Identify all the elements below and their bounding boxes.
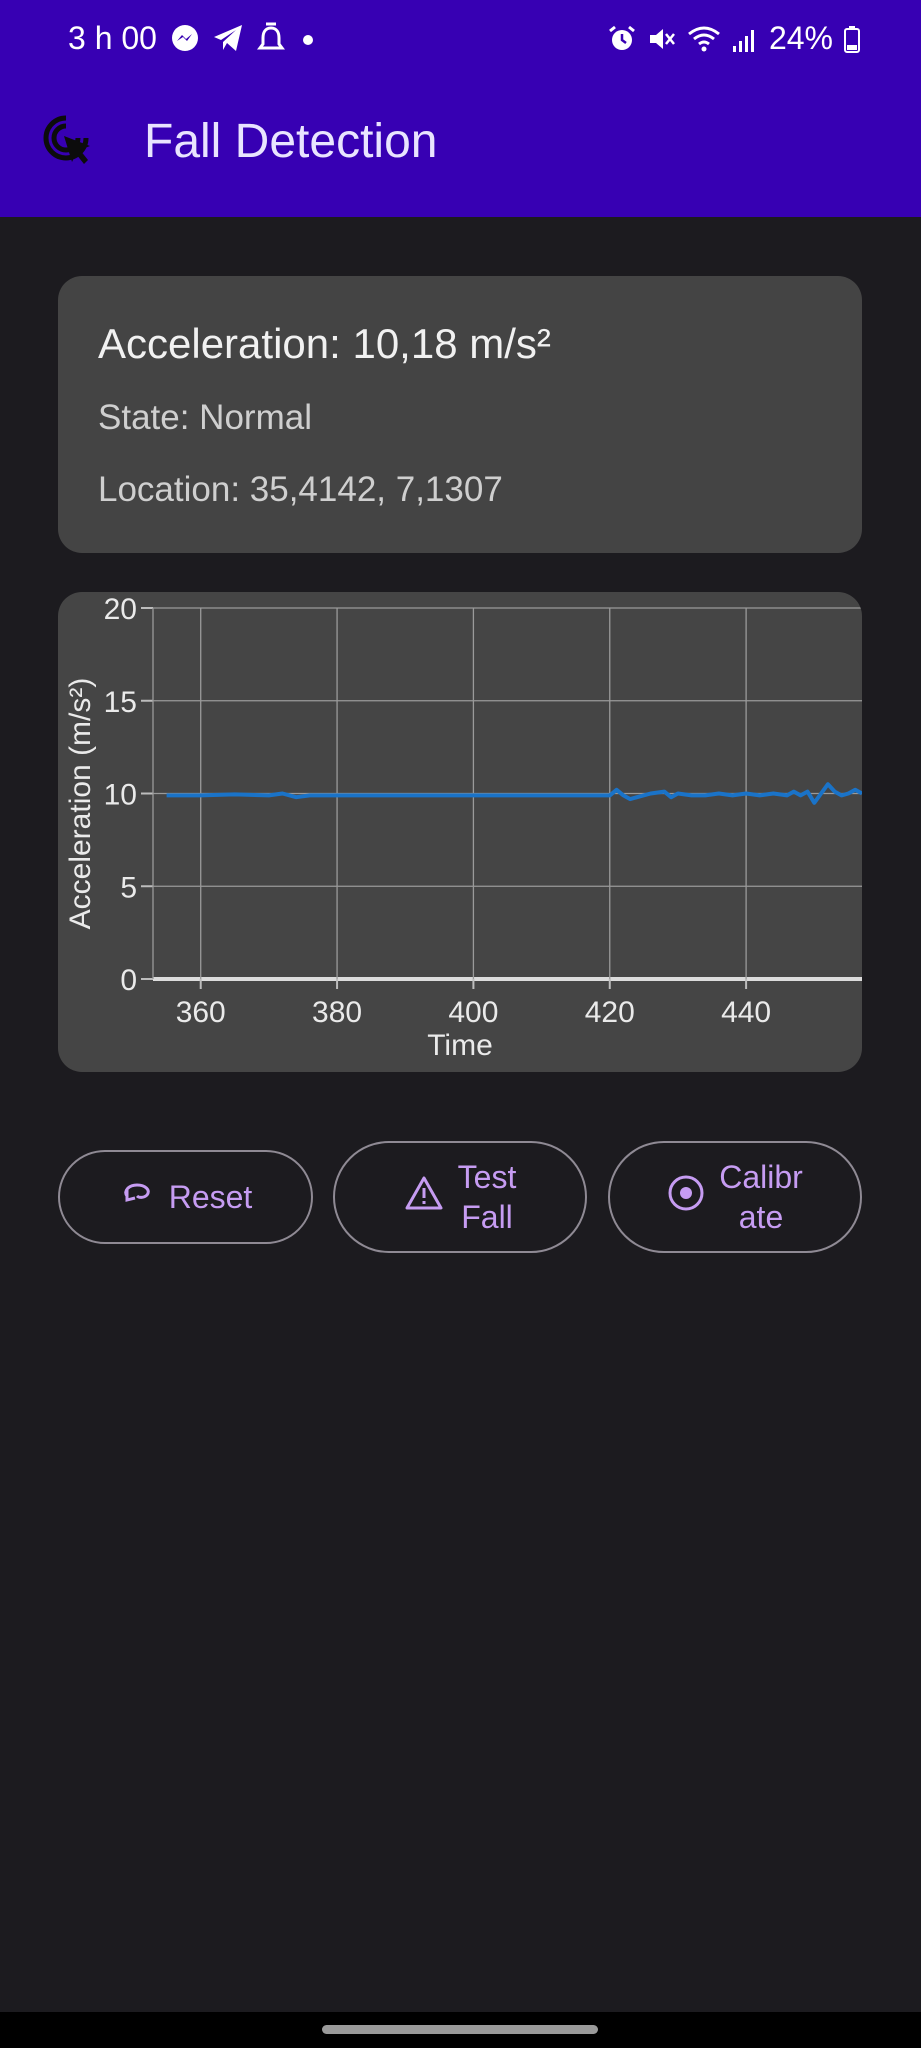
signal-icon	[731, 24, 759, 54]
home-gesture-bar[interactable]	[322, 2025, 598, 2034]
status-time: 3 h 00	[68, 20, 157, 56]
acceleration-text: Acceleration: 10,18 m/s²	[98, 320, 551, 367]
calibrate-label-line1: Calibr	[719, 1159, 803, 1195]
calibrate-label: Calibr ate	[719, 1157, 803, 1237]
x-tick-label: 380	[312, 996, 362, 1029]
y-tick-label: 5	[120, 871, 137, 904]
location-text: Location: 35,4142, 7,1307	[98, 470, 503, 509]
fall-detection-cursor-icon	[40, 112, 96, 168]
x-axis-label: Time	[427, 1029, 493, 1062]
messenger-icon	[170, 23, 200, 53]
battery-percent: 24%	[768, 20, 833, 56]
battery-icon	[843, 24, 861, 54]
test-fall-label-line2: Fall	[461, 1199, 513, 1235]
page-title: Fall Detection	[144, 115, 438, 168]
calibrate-label-line2: ate	[738, 1199, 784, 1235]
test-fall-label: Test Fall	[458, 1157, 517, 1237]
alarm-clock-icon	[607, 24, 637, 54]
series-line-0	[166, 782, 862, 805]
test-fall-button[interactable]: Test Fall	[333, 1141, 587, 1253]
chart-svg: 0 5 10 15 20 360 380 400 420 440 Time Acceleration …	[64, 593, 862, 1062]
acceleration-chart: 0 5 10 15 20 360 380 400 420 440 Time Acceleration …	[58, 592, 862, 1072]
status-bar: 3 h 00 24%	[0, 0, 921, 78]
x-tick-label: 420	[585, 996, 635, 1029]
y-tick-label: 10	[104, 779, 137, 812]
target-icon	[667, 1174, 705, 1220]
state-text: State: Normal	[98, 398, 312, 437]
x-tick-label: 360	[176, 996, 226, 1029]
y-axis-label: Acceleration (m/s²)	[64, 678, 97, 930]
calibrate-button[interactable]: Calibr ate	[608, 1141, 862, 1253]
test-fall-label-line1: Test	[457, 1159, 517, 1195]
warning-icon	[404, 1175, 444, 1219]
reset-label: Reset	[168, 1179, 253, 1215]
telegram-icon	[212, 23, 244, 53]
y-tick-label: 20	[104, 593, 137, 626]
mute-icon	[647, 24, 677, 54]
wifi-icon	[687, 24, 721, 54]
y-tick-label: 0	[120, 964, 137, 997]
x-tick-label: 440	[721, 996, 771, 1029]
reset-icon	[119, 1178, 155, 1216]
dot-icon	[298, 23, 318, 53]
alarm-bell-icon	[256, 22, 286, 54]
y-tick-label: 15	[104, 686, 137, 719]
x-tick-label: 400	[448, 996, 498, 1029]
status-card: Acceleration: 10,18 m/s² State: Normal L…	[58, 276, 862, 553]
reset-button[interactable]: Reset	[58, 1150, 313, 1244]
